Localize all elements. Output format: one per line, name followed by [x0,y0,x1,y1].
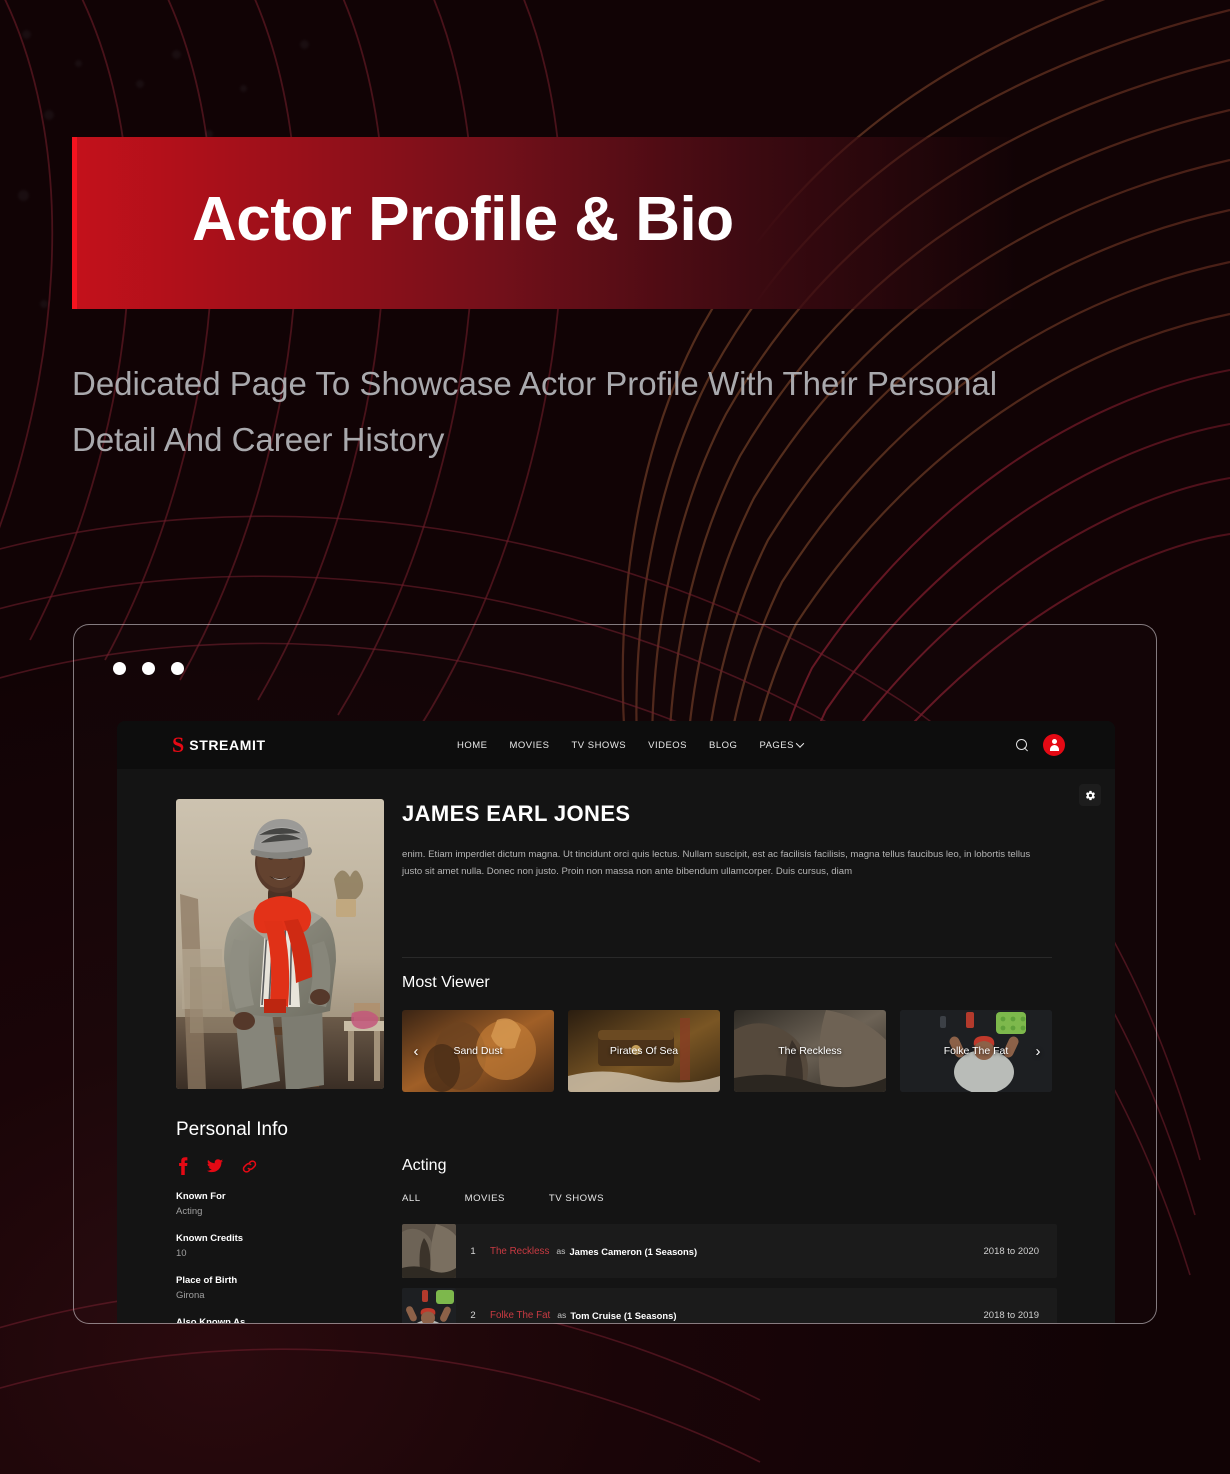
acting-title: Acting [402,1157,447,1174]
info-known-credits: Known Credits 10 [176,1233,386,1259]
page-subtitle: Dedicated Page To Showcase Actor Profile… [72,365,998,458]
movie-card-label: Sand Dust [453,1045,503,1057]
social-links [176,1157,386,1175]
info-value: Acting [176,1206,203,1217]
info-label: Place of Birth [176,1275,238,1286]
info-place-of-birth: Place of Birth Girona [176,1275,386,1301]
brand-mark-icon: S [172,732,185,757]
chevron-down-icon [795,739,805,748]
link-icon[interactable] [241,1158,258,1175]
personal-info-title: Personal Info [176,1119,288,1140]
page-title: Actor Profile & Bio [192,185,734,254]
brand-logo[interactable]: S STREAMIT [172,734,266,756]
row-character: Tom Cruise (1 Seasons) [570,1309,677,1321]
row-thumbnail [402,1224,456,1278]
nav-item-pages-label: PAGES [759,739,794,751]
hero-banner: Actor Profile & Bio [72,137,1072,309]
info-value: Girona [176,1290,205,1301]
info-label: Known For [176,1191,226,1202]
brand-name: STREAMIT [189,737,266,753]
movie-card[interactable]: Sand Dust ‹ [402,1010,554,1092]
row-as-label: as [557,1310,567,1320]
nav-actions [1016,734,1065,756]
nav-item-home[interactable]: HOME [457,740,488,751]
banner-accent-bar [72,137,77,309]
actor-bio: enim. Etiam imperdiet dictum magna. Ut t… [402,849,1031,877]
nav-item-blog[interactable]: BLOG [709,740,737,751]
page-root: Actor Profile & Bio Dedicated Page To Sh… [0,0,1230,1474]
row-character: James Cameron (1 Seasons) [569,1245,698,1257]
acting-section: Acting ALL MOVIES TV SHOWS 1 The Reckles… [402,1157,1057,1323]
twitter-icon[interactable] [207,1159,223,1173]
row-title[interactable]: The Reckless [490,1246,549,1257]
row-years: 2018 to 2020 [983,1245,1039,1257]
nav-links: HOME MOVIES TV SHOWS VIDEOS BLOG PAGES [457,739,805,751]
row-thumbnail [402,1288,456,1323]
actor-name: JAMES EARL JONES [402,801,631,826]
carousel-prev-arrow[interactable]: ‹ [408,1043,424,1059]
table-row[interactable]: 1 The Reckless as James Cameron (1 Seaso… [402,1224,1057,1278]
nav-item-pages[interactable]: PAGES [759,739,805,751]
personal-info-section: Personal Info Known For Acting Known Cre… [176,1119,386,1324]
tab-tv-shows[interactable]: TV SHOWS [549,1193,604,1204]
most-viewer-section: Most Viewer Sand Dust ‹ Pirates Of Sea T… [402,974,1057,1092]
window-dot [142,662,155,675]
most-viewer-carousel: Sand Dust ‹ Pirates Of Sea The Reckless … [402,1010,1057,1092]
movie-card[interactable]: The Reckless [734,1010,886,1092]
profile-divider [402,957,1052,958]
user-icon [1049,739,1060,751]
acting-tabs: ALL MOVIES TV SHOWS [402,1193,1057,1208]
movie-card-label: The Reckless [778,1045,842,1057]
most-viewer-title: Most Viewer [402,974,490,991]
browser-mockup-frame: S STREAMIT HOME MOVIES TV SHOWS VIDEOS B… [73,624,1157,1324]
site-navbar: S STREAMIT HOME MOVIES TV SHOWS VIDEOS B… [117,721,1115,769]
nav-item-videos[interactable]: VIDEOS [648,740,687,751]
facebook-icon[interactable] [176,1157,189,1175]
window-dot [113,662,126,675]
nav-item-tv-shows[interactable]: TV SHOWS [571,740,626,751]
acting-list: 1 The Reckless as James Cameron (1 Seaso… [402,1224,1057,1323]
row-index: 1 [470,1245,476,1257]
table-row[interactable]: 2 Folke The Fat as Tom Cruise (1 Seasons… [402,1288,1057,1323]
row-title[interactable]: Folke The Fat [490,1310,550,1321]
search-icon[interactable] [1016,738,1029,752]
info-also-known-as: Also Known As [176,1317,386,1324]
tab-all[interactable]: ALL [402,1193,421,1204]
profile-section: JAMES EARL JONES enim. Etiam imperdiet d… [117,769,1115,1323]
tab-movies[interactable]: MOVIES [465,1193,505,1204]
carousel-next-arrow[interactable]: › [1030,1043,1046,1059]
user-avatar-button[interactable] [1043,734,1065,756]
nav-item-movies[interactable]: MOVIES [510,740,550,751]
window-dot [171,662,184,675]
movie-card[interactable]: Folke The Fat › [900,1010,1052,1092]
info-known-for: Known For Acting [176,1191,386,1217]
site-preview: S STREAMIT HOME MOVIES TV SHOWS VIDEOS B… [117,721,1115,1323]
profile-main: JAMES EARL JONES enim. Etiam imperdiet d… [402,801,1052,880]
actor-portrait [176,799,384,1089]
row-as-label: as [556,1246,566,1256]
row-years: 2018 to 2019 [983,1309,1039,1321]
window-dots [113,662,184,675]
info-value: 10 [176,1248,187,1259]
movie-card-label: Pirates Of Sea [609,1045,679,1057]
info-label: Known Credits [176,1233,244,1244]
row-index: 2 [470,1309,476,1321]
info-label: Also Known As [176,1317,246,1324]
movie-card[interactable]: Pirates Of Sea [568,1010,720,1092]
